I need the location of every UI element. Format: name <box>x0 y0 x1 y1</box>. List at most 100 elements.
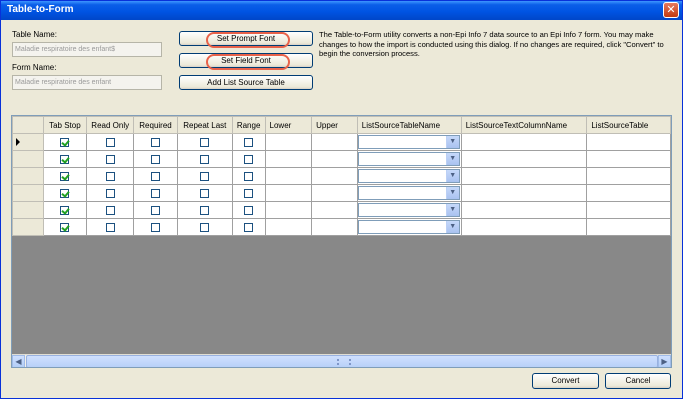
row-header[interactable] <box>12 167 44 185</box>
read-only-checkbox[interactable] <box>105 171 115 181</box>
row-header[interactable] <box>12 184 44 202</box>
cell-upper[interactable] <box>311 218 358 236</box>
column-header-read-only[interactable]: Read Only <box>86 116 135 134</box>
set-prompt-font-button[interactable]: Set Prompt Font <box>179 31 313 48</box>
table-row[interactable]: ▼ <box>12 201 671 219</box>
read-only-checkbox[interactable] <box>105 154 115 164</box>
repeat-last-checkbox[interactable] <box>200 188 210 198</box>
cell-list-source-table[interactable] <box>586 218 671 236</box>
horizontal-scrollbar[interactable]: ◀ ▶ <box>12 354 671 367</box>
convert-button[interactable]: Convert <box>532 373 599 389</box>
table-row[interactable]: ▼ <box>12 184 671 202</box>
cell-upper[interactable] <box>311 184 358 202</box>
tab-stop-checkbox[interactable] <box>60 188 70 198</box>
range-checkbox[interactable] <box>244 137 254 147</box>
cell-list-source-table[interactable] <box>586 184 671 202</box>
row-header[interactable] <box>12 201 44 219</box>
required-checkbox[interactable] <box>151 154 161 164</box>
chevron-down-icon[interactable]: ▼ <box>445 136 459 148</box>
title-bar[interactable]: Table-to-Form ✕ <box>1 1 682 20</box>
chevron-down-icon[interactable]: ▼ <box>445 153 459 165</box>
read-only-checkbox[interactable] <box>105 188 115 198</box>
column-header-upper[interactable]: Upper <box>311 116 358 134</box>
column-header-lower[interactable]: Lower <box>264 116 313 134</box>
table-row[interactable]: ▼ <box>12 167 671 185</box>
cell-lower[interactable] <box>264 167 313 185</box>
column-header-list-source-table[interactable]: ListSourceTable <box>586 116 671 134</box>
tab-stop-checkbox[interactable] <box>60 222 70 232</box>
column-header-required[interactable]: Required <box>133 116 178 134</box>
cell-upper[interactable] <box>311 167 358 185</box>
range-checkbox[interactable] <box>244 188 254 198</box>
row-header[interactable] <box>12 150 44 168</box>
cell-list-source-text-column-name[interactable] <box>460 150 588 168</box>
cell-lower[interactable] <box>264 150 313 168</box>
cell-lower[interactable] <box>264 201 313 219</box>
repeat-last-checkbox[interactable] <box>200 222 210 232</box>
repeat-last-checkbox[interactable] <box>200 137 210 147</box>
close-button[interactable]: ✕ <box>663 2 679 18</box>
column-header-list-source-text-column-name[interactable]: ListSourceTextColumnName <box>460 116 588 134</box>
read-only-checkbox[interactable] <box>105 137 115 147</box>
column-header-repeat-last[interactable]: Repeat Last <box>176 116 233 134</box>
column-header-range[interactable]: Range <box>231 116 266 134</box>
cell-list-source-text-column-name[interactable] <box>460 201 588 219</box>
cancel-button[interactable]: Cancel <box>605 373 671 389</box>
list-source-table-name-dropdown[interactable]: ▼ <box>358 169 460 183</box>
table-row[interactable]: ▼ <box>12 133 671 151</box>
tab-stop-checkbox[interactable] <box>60 205 70 215</box>
list-source-table-name-dropdown[interactable]: ▼ <box>358 135 460 149</box>
range-checkbox[interactable] <box>244 154 254 164</box>
table-name-field[interactable]: Maladie respiratoire des enfant$ <box>12 42 162 57</box>
arrow-right-icon[interactable]: ▶ <box>658 355 671 367</box>
chevron-down-icon[interactable]: ▼ <box>445 204 459 216</box>
read-only-checkbox[interactable] <box>105 205 115 215</box>
arrow-left-icon[interactable]: ◀ <box>12 355 25 367</box>
tab-stop-checkbox[interactable] <box>60 137 70 147</box>
cell-list-source-text-column-name[interactable] <box>460 218 588 236</box>
chevron-down-icon[interactable]: ▼ <box>445 187 459 199</box>
required-checkbox[interactable] <box>151 222 161 232</box>
cell-lower[interactable] <box>264 184 313 202</box>
scrollbar-thumb[interactable] <box>26 355 658 367</box>
row-header[interactable] <box>12 133 44 151</box>
cell-list-source-text-column-name[interactable] <box>460 167 588 185</box>
tab-stop-checkbox[interactable] <box>60 154 70 164</box>
required-checkbox[interactable] <box>151 188 161 198</box>
column-header-list-source-table-name[interactable]: ListSourceTableName <box>356 116 462 134</box>
read-only-checkbox[interactable] <box>105 222 115 232</box>
tab-stop-checkbox[interactable] <box>60 171 70 181</box>
cell-list-source-table[interactable] <box>586 133 671 151</box>
cell-list-source-text-column-name[interactable] <box>460 133 588 151</box>
range-checkbox[interactable] <box>244 205 254 215</box>
required-checkbox[interactable] <box>151 137 161 147</box>
table-row[interactable]: ▼ <box>12 218 671 236</box>
cell-list-source-table[interactable] <box>586 167 671 185</box>
required-checkbox[interactable] <box>151 205 161 215</box>
data-grid[interactable]: Tab Stop Read Only Required Repeat Last … <box>11 115 672 368</box>
cell-lower[interactable] <box>264 133 313 151</box>
form-name-field[interactable]: Maladie respiratoire des enfant <box>12 75 162 90</box>
range-checkbox[interactable] <box>244 171 254 181</box>
cell-lower[interactable] <box>264 218 313 236</box>
row-header[interactable] <box>12 218 44 236</box>
cell-upper[interactable] <box>311 150 358 168</box>
required-checkbox[interactable] <box>151 171 161 181</box>
repeat-last-checkbox[interactable] <box>200 205 210 215</box>
list-source-table-name-dropdown[interactable]: ▼ <box>358 152 460 166</box>
repeat-last-checkbox[interactable] <box>200 171 210 181</box>
cell-list-source-text-column-name[interactable] <box>460 184 588 202</box>
cell-upper[interactable] <box>311 201 358 219</box>
column-header-tab-stop[interactable]: Tab Stop <box>42 116 88 134</box>
table-row[interactable]: ▼ <box>12 150 671 168</box>
cell-upper[interactable] <box>311 133 358 151</box>
cell-list-source-table[interactable] <box>586 201 671 219</box>
list-source-table-name-dropdown[interactable]: ▼ <box>358 220 460 234</box>
range-checkbox[interactable] <box>244 222 254 232</box>
set-field-font-button[interactable]: Set Field Font <box>179 53 313 70</box>
list-source-table-name-dropdown[interactable]: ▼ <box>358 203 460 217</box>
chevron-down-icon[interactable]: ▼ <box>445 221 459 233</box>
add-list-source-table-button[interactable]: Add List Source Table <box>179 75 313 90</box>
list-source-table-name-dropdown[interactable]: ▼ <box>358 186 460 200</box>
cell-list-source-table[interactable] <box>586 150 671 168</box>
